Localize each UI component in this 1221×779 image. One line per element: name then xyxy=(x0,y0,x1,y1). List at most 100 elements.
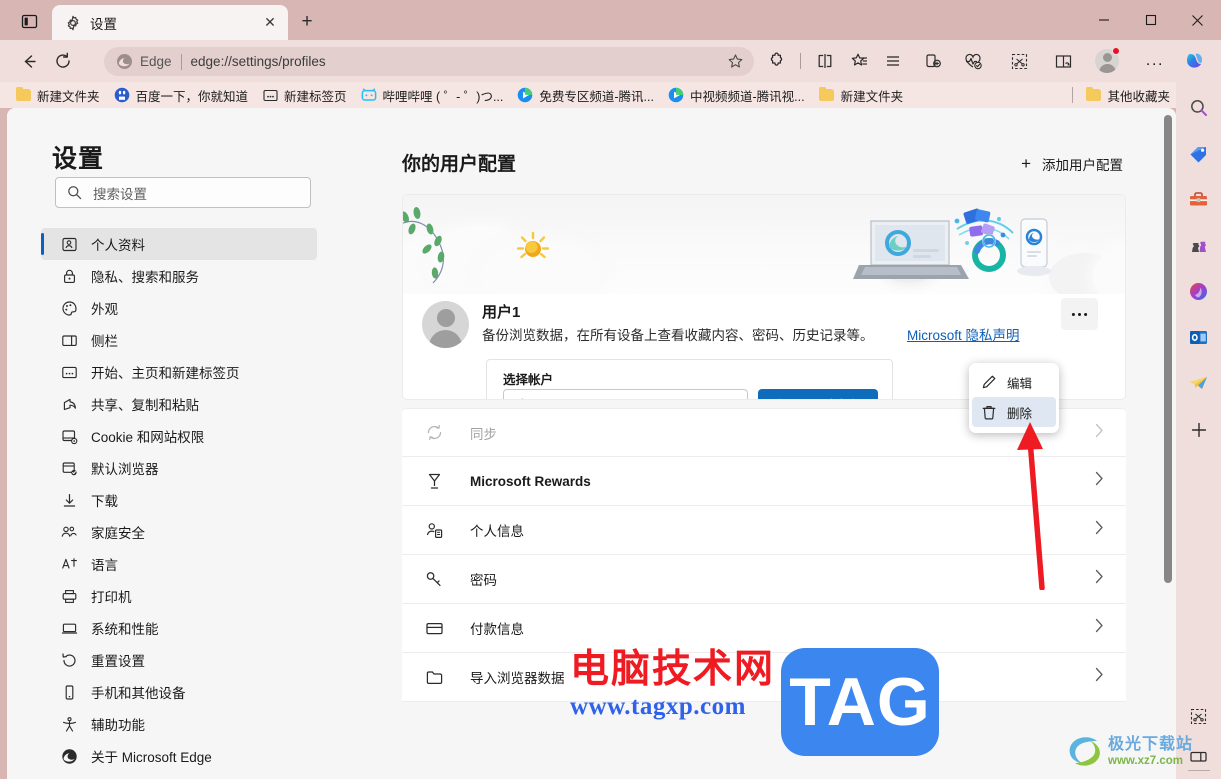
sidebar-item-about-edge[interactable]: 关于 Microsoft Edge xyxy=(41,740,317,772)
outlook-icon[interactable] xyxy=(1184,323,1213,352)
bookmark-label: 免费专区频道-腾讯... xyxy=(539,89,654,104)
new-tab-button[interactable]: + xyxy=(294,9,320,35)
devices-sync-illustration xyxy=(853,201,1093,294)
edge-sidebar-rail xyxy=(1176,82,1221,779)
telegram-icon[interactable] xyxy=(1184,369,1213,398)
sidebar-item-languages[interactable]: 语言 xyxy=(41,548,317,580)
reload-icon[interactable] xyxy=(48,46,78,76)
add-profile-button[interactable]: + 添加用户配置 xyxy=(1021,151,1123,177)
sidebar-item-system-performance[interactable]: 系统和性能 xyxy=(41,612,317,644)
account-label: 选择帐户 xyxy=(503,373,554,387)
bilibili-icon xyxy=(361,87,377,103)
read-aloud-icon[interactable] xyxy=(1048,46,1078,76)
bookmark-item[interactable]: 百度一下，你就知道 xyxy=(107,84,256,106)
bookmark-item[interactable]: 中视频频道-腾讯视... xyxy=(661,84,812,106)
heart-pulse-icon[interactable] xyxy=(958,46,988,76)
sidebar-item-label: 打印机 xyxy=(91,590,132,605)
bookmark-label: 哔哩哔哩 ( ゜- ゜)つ... xyxy=(382,89,504,104)
settings-and-more-button[interactable]: ... xyxy=(1140,46,1170,76)
bookmark-item[interactable]: 新建标签页 xyxy=(255,84,354,106)
window-close-button[interactable] xyxy=(1174,0,1221,40)
bookmark-item[interactable]: 免费专区频道-腾讯... xyxy=(510,84,661,106)
minimize-button[interactable] xyxy=(1080,0,1127,40)
profile-more-options-button[interactable] xyxy=(1061,298,1098,330)
sidebar-item-label: 外观 xyxy=(91,302,118,317)
page-scrollbar[interactable] xyxy=(1164,115,1172,583)
profile-name: 用户1 xyxy=(482,304,521,321)
other-favorites-button[interactable]: 其他收藏夹 xyxy=(1078,84,1177,106)
address-bar[interactable]: Edge edge://settings/profiles xyxy=(104,47,754,76)
chevron-right-icon xyxy=(1095,520,1104,540)
toolbox-icon[interactable] xyxy=(1184,185,1213,214)
sidebar-item-privacy[interactable]: 隐私、搜索和服务 xyxy=(41,260,317,292)
add-sidebar-app-button[interactable] xyxy=(1184,415,1213,444)
scissors-icon[interactable] xyxy=(1004,46,1034,76)
sidebar-item-appearance[interactable]: 外观 xyxy=(41,292,317,324)
plus-icon: + xyxy=(1021,154,1031,173)
signin-to-sync-button[interactable]: 登录以同步数据 xyxy=(758,389,878,399)
account-dropdown[interactable]: 添加新帐户 xyxy=(503,389,748,399)
bookmark-item[interactable]: 新建文件夹 xyxy=(8,84,107,106)
folder-icon xyxy=(819,86,835,103)
language-icon xyxy=(60,555,78,573)
browser-window: 设置 ✕ + Edge edge://settings/profiles ...… xyxy=(0,0,1221,779)
sidebar-item-phone-other-devices[interactable]: 手机和其他设备 xyxy=(41,676,317,708)
watermark-line1: 电脑技术网 xyxy=(570,647,776,692)
chevron-right-icon xyxy=(1095,423,1104,443)
bookmark-label: 新建文件夹 xyxy=(840,89,904,104)
privacy-statement-link[interactable]: Microsoft 隐私声明 xyxy=(907,324,1020,344)
context-menu-item-edit[interactable]: 编辑 xyxy=(972,367,1056,397)
office-icon[interactable] xyxy=(1184,277,1213,306)
sidebar-item-profiles[interactable]: 个人资料 xyxy=(41,228,317,260)
import-icon xyxy=(424,667,444,687)
watermark-tagxp: 电脑技术网 www.tagxp.com TAG xyxy=(570,647,940,756)
bookmark-item[interactable]: 新建文件夹 xyxy=(812,84,911,106)
watermark-line2: www.xz7.com xyxy=(1108,755,1183,767)
sidebar-item-share-copy-paste[interactable]: 共享、复制和粘贴 xyxy=(41,388,317,420)
sidebar-item-accessibility[interactable]: 辅助功能 xyxy=(41,708,317,740)
split-screen-icon[interactable] xyxy=(810,46,840,76)
bookmark-label: 新建文件夹 xyxy=(37,89,100,104)
folder-icon xyxy=(1085,86,1101,103)
maximize-button[interactable] xyxy=(1127,0,1174,40)
folder-icon xyxy=(15,86,31,103)
favorite-star-icon[interactable] xyxy=(722,49,748,75)
collections-icon[interactable] xyxy=(918,46,948,76)
pencil-icon xyxy=(980,374,997,391)
search-settings-input[interactable]: 搜索设置 xyxy=(55,177,311,208)
tab-groups-icon[interactable] xyxy=(878,46,908,76)
card-icon xyxy=(424,618,444,638)
gear-icon xyxy=(64,14,82,32)
tab-actions-icon[interactable] xyxy=(12,8,46,34)
sidebar-item-printers[interactable]: 打印机 xyxy=(41,580,317,612)
sidebar-item-label: 开始、主页和新建标签页 xyxy=(91,366,240,381)
row-label: 个人信息 xyxy=(470,524,524,539)
sidebar-item-default-browser[interactable]: 默认浏览器 xyxy=(41,452,317,484)
copilot-icon[interactable] xyxy=(1180,46,1210,76)
back-arrow-icon[interactable] xyxy=(14,46,44,76)
baidu-icon xyxy=(114,87,130,103)
screenshot-icon[interactable] xyxy=(1184,702,1213,731)
sidebar-item-reset-settings[interactable]: 重置设置 xyxy=(41,644,317,676)
sidebar-item-start-home-newtabs[interactable]: 开始、主页和新建标签页 xyxy=(41,356,317,388)
sidebar-item-family-safety[interactable]: 家庭安全 xyxy=(41,516,317,548)
other-favorites-label: 其他收藏夹 xyxy=(1107,89,1170,104)
search-magnifier-icon[interactable] xyxy=(1184,93,1213,122)
games-icon[interactable] xyxy=(1184,231,1213,260)
puzzle-icon[interactable] xyxy=(762,46,792,76)
close-icon[interactable]: ✕ xyxy=(258,11,282,35)
tencent-video-icon xyxy=(668,87,684,103)
bookmark-item[interactable]: 哔哩哔哩 ( ゜- ゜)つ... xyxy=(354,84,511,106)
sidebar-item-label: 个人资料 xyxy=(91,238,145,253)
sidebar-item-downloads[interactable]: 下载 xyxy=(41,484,317,516)
profile-avatar-icon[interactable] xyxy=(1092,46,1122,76)
table-row[interactable]: 付款信息 xyxy=(402,604,1126,653)
sidebar-item-cookies-site-permissions[interactable]: Cookie 和网站权限 xyxy=(41,420,317,452)
account-selection-box: 选择帐户 添加新帐户 登录以同步数据 xyxy=(486,359,893,399)
shopping-tag-icon[interactable] xyxy=(1184,139,1213,168)
favorites-star-icon[interactable] xyxy=(844,46,874,76)
sidebar-item-sidebar[interactable]: 侧栏 xyxy=(41,324,317,356)
xz7-logo-icon xyxy=(1069,737,1100,766)
browser-tab-settings[interactable]: 设置 ✕ xyxy=(52,5,288,40)
edge-logo-icon xyxy=(116,53,133,70)
